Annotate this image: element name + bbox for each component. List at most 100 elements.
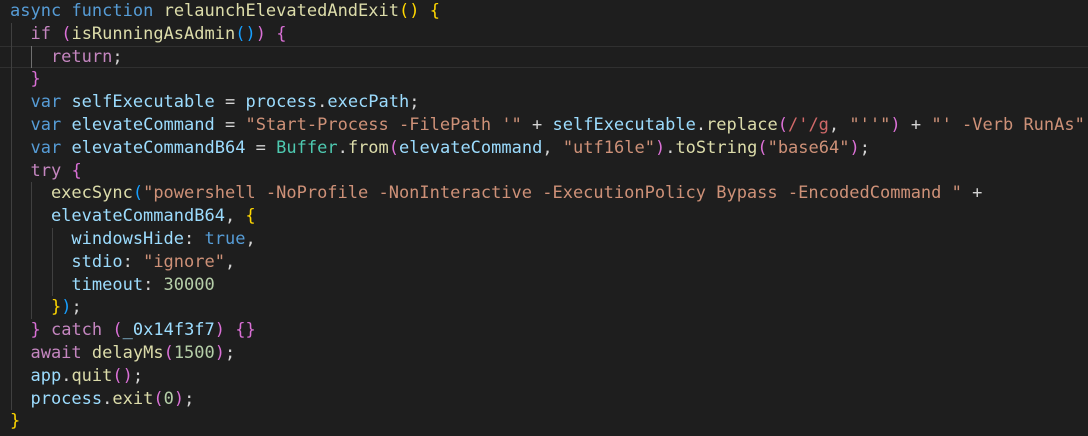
code-token: ;	[225, 342, 236, 363]
code-token: ;	[132, 365, 144, 386]
code-token: +	[521, 114, 553, 135]
code-token: .	[61, 365, 72, 386]
code-token: (	[112, 320, 123, 341]
code-token: toString	[675, 137, 758, 158]
code-token: elevateCommandB64	[50, 206, 225, 227]
code-line[interactable]: async function relaunchElevatedAndExit()…	[0, 0, 1088, 23]
code-token: process	[30, 388, 103, 409]
indent-guide	[11, 273, 12, 297]
code-token: _0x14f3f7	[122, 320, 215, 341]
indent-guide	[11, 91, 12, 114]
code-token: ,	[224, 251, 236, 272]
indent-guide	[31, 45, 33, 69]
code-token: delayMs	[91, 342, 164, 363]
code-token: "powershell -NoProfile -NonInteractive -…	[143, 183, 962, 204]
code-line[interactable]: windowsHide: true,	[0, 227, 1088, 251]
code-line[interactable]: }	[0, 410, 1088, 433]
code-token: =	[245, 137, 277, 158]
indent-guide	[31, 205, 33, 228]
code-token: from	[347, 137, 389, 158]
code-token: /'/g	[787, 114, 829, 135]
indent-guide	[31, 182, 33, 206]
code-token: (	[163, 342, 174, 363]
code-token: windowsHide	[71, 228, 184, 249]
code-line[interactable]: process.exit(0);	[0, 387, 1088, 411]
code-token: ,	[542, 137, 563, 158]
code-token: ,	[828, 114, 850, 135]
code-token: {	[276, 23, 287, 44]
code-token: (	[61, 23, 72, 44]
code-line[interactable]: var elevateCommandB64 = Buffer.from(elev…	[0, 136, 1088, 160]
code-token: ;	[409, 92, 420, 113]
code-line[interactable]: timeout: 30000	[0, 273, 1088, 297]
code-line[interactable]: await delayMs(1500);	[0, 341, 1088, 365]
code-line[interactable]: app.quit();	[0, 364, 1088, 388]
code-token: .	[665, 137, 676, 158]
code-token: "ignore"	[143, 251, 225, 272]
code-token: timeout	[71, 274, 144, 295]
code-line[interactable]: elevateCommandB64, {	[0, 205, 1088, 228]
code-token: "''"	[849, 114, 891, 135]
code-token: {	[245, 206, 256, 227]
code-token: ()	[398, 1, 420, 21]
indent-guide	[11, 68, 12, 92]
code-token: stdio	[71, 251, 123, 272]
code-line[interactable]: return;	[0, 45, 1088, 69]
code-content[interactable]: async function relaunchElevatedAndExit()…	[0, 0, 1088, 433]
code-line[interactable]: } catch (_0x14f3f7) {}	[0, 319, 1088, 342]
indent-guide	[11, 45, 12, 69]
code-line[interactable]: stdio: "ignore",	[0, 250, 1088, 274]
code-line[interactable]: }	[0, 68, 1088, 92]
code-token: isRunningAsAdmin	[71, 23, 236, 44]
indent-guide	[11, 159, 12, 183]
code-token: )	[654, 137, 666, 158]
code-token: elevateCommand	[71, 114, 215, 135]
code-line[interactable]: var selfExecutable = process.execPath;	[0, 91, 1088, 114]
code-line[interactable]: if (isRunningAsAdmin()) {	[0, 22, 1088, 46]
code-token: 1500	[173, 342, 215, 363]
code-token: (	[132, 183, 144, 204]
code-token: {	[71, 160, 82, 181]
code-token: return	[50, 46, 113, 67]
code-token: .	[102, 388, 113, 409]
indent-guide	[11, 296, 12, 320]
code-editor[interactable]: async function relaunchElevatedAndExit()…	[0, 0, 1088, 436]
code-token: "utf16le"	[562, 137, 655, 158]
indent-guide	[11, 22, 12, 46]
code-token: )	[255, 23, 266, 44]
indent-guide	[31, 250, 33, 274]
code-token: ()	[112, 365, 133, 386]
code-token: replace	[706, 114, 778, 135]
code-token: ;	[71, 297, 82, 318]
code-token: exit	[112, 388, 154, 409]
code-token: )	[214, 342, 226, 363]
code-token: selfExecutable	[71, 92, 215, 113]
code-token: )	[61, 297, 72, 318]
code-token: .	[337, 137, 348, 158]
code-token: await	[30, 342, 82, 363]
code-token: ;	[859, 137, 870, 158]
code-token: )	[173, 388, 185, 409]
code-token: .	[317, 92, 328, 113]
code-line[interactable]: });	[0, 296, 1088, 320]
code-token: selfExecutable	[552, 114, 696, 135]
indent-guide	[31, 227, 33, 251]
code-line[interactable]: execSync("powershell -NoProfile -NonInte…	[0, 182, 1088, 206]
code-token: execPath	[327, 92, 410, 113]
code-line[interactable]: var elevateCommand = "Start-Process -Fil…	[0, 113, 1088, 137]
code-token: app	[30, 365, 62, 386]
indent-guide	[11, 387, 12, 411]
code-token: .	[695, 114, 707, 135]
indent-guide	[31, 296, 33, 320]
code-token: +	[961, 183, 983, 204]
code-line[interactable]: try {	[0, 159, 1088, 183]
code-token: ;	[184, 388, 195, 409]
code-token: }	[10, 411, 21, 432]
code-token: var	[30, 92, 62, 113]
